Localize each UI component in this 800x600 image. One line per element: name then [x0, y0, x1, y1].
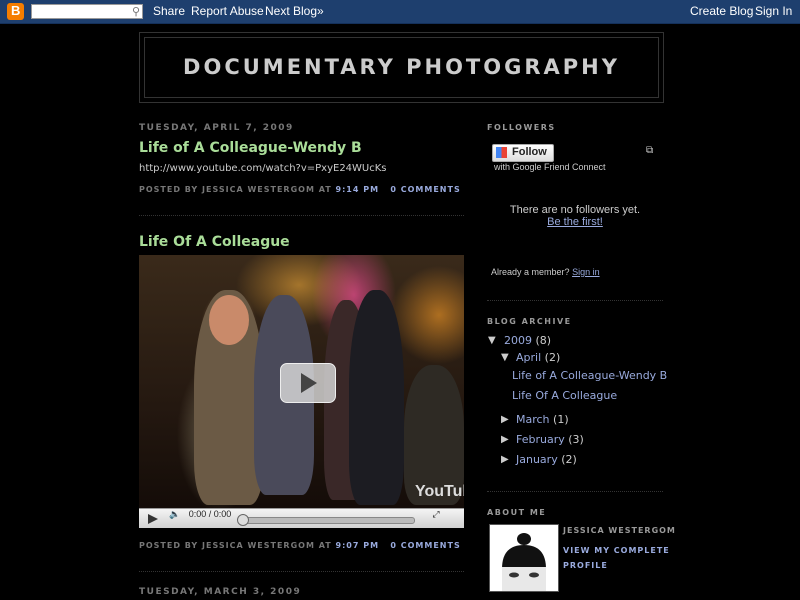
blogger-logo-icon[interactable]: B — [7, 3, 24, 20]
archive-heading: BLOG ARCHIVE — [487, 317, 572, 326]
comments-link[interactable]: 0 COMMENTS — [390, 185, 460, 194]
blogger-navbar: B ⚲ Share Report Abuse Next Blog» Create… — [0, 0, 800, 24]
share-link[interactable]: Share — [153, 4, 185, 18]
post-divider — [139, 571, 464, 572]
already-member: Already a member? Sign in — [491, 267, 600, 277]
next-blog-link[interactable]: Next Blog» — [265, 4, 324, 18]
google-icon — [496, 147, 507, 158]
fullscreen-icon[interactable]: ⤢ — [427, 509, 445, 528]
post-title[interactable]: Life Of A Colleague — [139, 234, 290, 250]
view-profile-link[interactable]: PROFILE — [563, 561, 608, 570]
post-divider — [139, 215, 464, 216]
archive-post-link[interactable]: Life of A Colleague-Wendy B — [512, 369, 667, 382]
sign-in-link[interactable]: Sign In — [755, 4, 792, 18]
gfc-label: with Google Friend Connect — [494, 162, 606, 172]
expand-down-icon[interactable]: ▼ — [501, 352, 509, 363]
comments-link[interactable]: 0 COMMENTS — [390, 541, 460, 550]
post-time-link[interactable]: 9:14 PM — [336, 185, 380, 194]
video-controls: 🔈 0:00 / 0:00 ⤢ — [139, 508, 464, 528]
post-footer: POSTED BY JESSICA WESTERGOM AT 9:14 PM 0… — [139, 185, 461, 194]
archive-month-april[interactable]: April (2) — [516, 351, 560, 364]
no-followers-text: There are no followers yet. — [509, 204, 641, 216]
followers-heading: FOLLOWERS — [487, 123, 556, 132]
about-name: JESSICA WESTERGOM — [563, 526, 676, 535]
posted-by: POSTED BY JESSICA WESTERGOM AT — [139, 185, 332, 194]
be-first-link[interactable]: Be the first! — [487, 216, 663, 228]
expand-down-icon[interactable]: ▼ — [488, 335, 496, 346]
blog-title[interactable]: DOCUMENTARY PHOTOGRAPHY — [145, 55, 658, 79]
archive-year[interactable]: 2009 (8) — [504, 334, 551, 347]
avatar[interactable] — [489, 524, 559, 592]
expand-right-icon[interactable]: ▶ — [501, 414, 509, 425]
about-heading: ABOUT ME — [487, 508, 547, 517]
follow-button[interactable]: Follow — [492, 144, 554, 162]
search-icon[interactable]: ⚲ — [132, 5, 140, 19]
archive-month[interactable]: March (1) — [516, 413, 569, 426]
post-date: TUESDAY, APRIL 7, 2009 — [139, 123, 294, 133]
video-time: 0:00 / 0:00 — [188, 509, 232, 519]
video-progress-bar[interactable] — [241, 517, 415, 524]
post-title[interactable]: Life of A Colleague-Wendy B — [139, 140, 362, 156]
archive-post-link[interactable]: Life Of A Colleague — [512, 389, 617, 402]
create-blog-link[interactable]: Create Blog — [690, 4, 753, 18]
play-overlay-button[interactable] — [280, 363, 336, 403]
view-profile-link[interactable]: VIEW MY COMPLETE — [563, 546, 670, 555]
video-scrubber[interactable] — [237, 514, 249, 526]
archive-month[interactable]: February (3) — [516, 433, 584, 446]
post-footer: POSTED BY JESSICA WESTERGOM AT 9:07 PM 0… — [139, 541, 461, 550]
search-input[interactable]: ⚲ — [31, 4, 143, 19]
post-time-link[interactable]: 9:07 PM — [336, 541, 380, 550]
video-player[interactable]: YouTube 🔈 0:00 / 0:00 ⤢ — [139, 255, 464, 528]
youtube-logo[interactable]: YouTube — [415, 483, 464, 501]
post-body-link: http://www.youtube.com/watch?v=PxyE24WUc… — [139, 163, 387, 174]
expand-right-icon[interactable]: ▶ — [501, 434, 509, 445]
posted-by: POSTED BY JESSICA WESTERGOM AT — [139, 541, 332, 550]
archive-month[interactable]: January (2) — [516, 453, 577, 466]
report-abuse-link[interactable]: Report Abuse — [191, 4, 264, 18]
play-button[interactable] — [143, 509, 161, 528]
popout-icon[interactable]: ⧉ — [646, 145, 653, 156]
volume-icon[interactable]: 🔈 — [165, 509, 185, 528]
sign-in-link[interactable]: Sign in — [572, 267, 600, 277]
expand-right-icon[interactable]: ▶ — [501, 454, 509, 465]
blog-header: DOCUMENTARY PHOTOGRAPHY — [139, 32, 664, 103]
post-date: TUESDAY, MARCH 3, 2009 — [139, 587, 302, 597]
